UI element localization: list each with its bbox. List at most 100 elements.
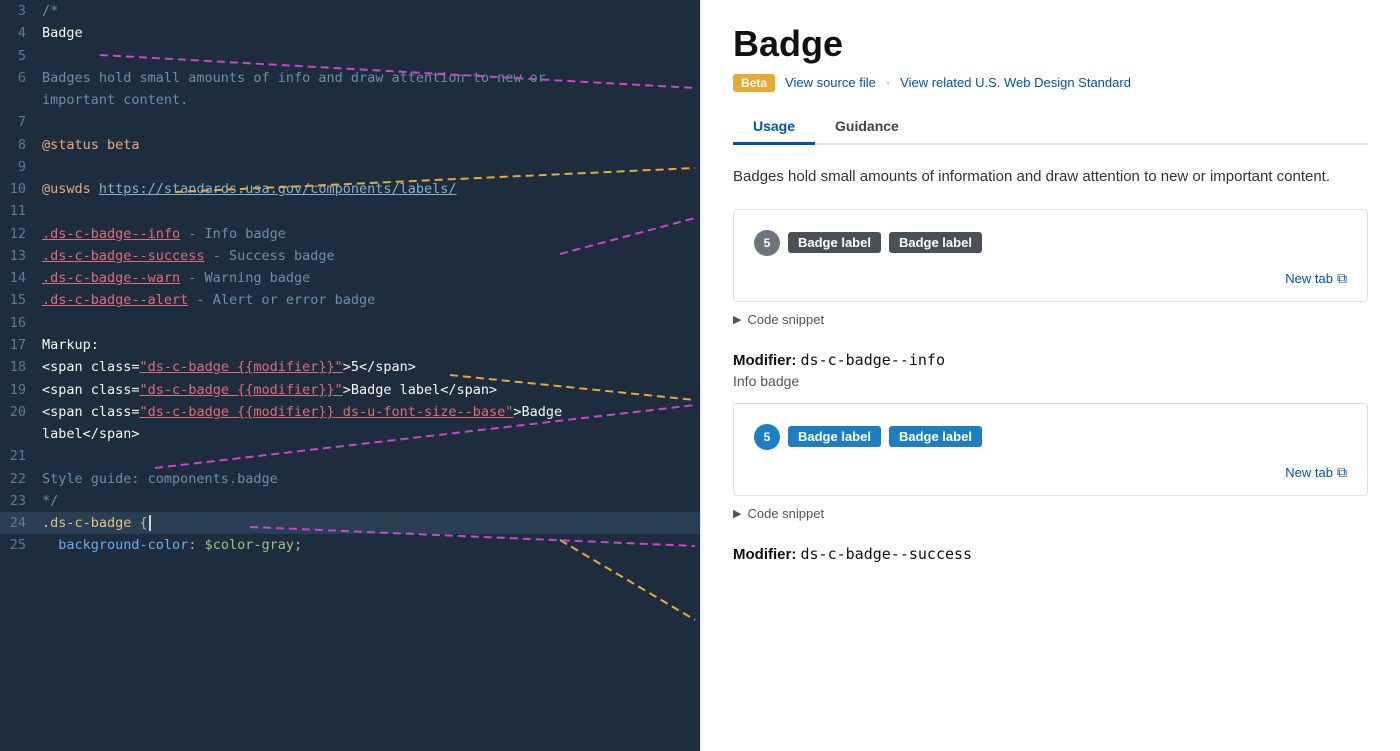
tab-guidance[interactable]: Guidance (815, 110, 919, 145)
code-line-17: 17 Markup: (0, 334, 700, 356)
chevron-right-icon: ▶ (733, 313, 741, 326)
code-line-9: 9 (0, 156, 700, 178)
line-number: 14 (0, 267, 42, 289)
modifier-success-name: ds-c-badge--success (801, 545, 973, 563)
code-line-10: 10 @uswds https://standards.usa.gov/comp… (0, 178, 700, 200)
docs-description: Badges hold small amounts of information… (733, 165, 1368, 189)
line-number: 18 (0, 356, 42, 378)
line-content: Badges hold small amounts of info and dr… (42, 67, 700, 89)
code-line-15: 15 .ds-c-badge--alert - Alert or error b… (0, 289, 700, 311)
code-line-5: 5 (0, 45, 700, 67)
view-source-link[interactable]: View source file (785, 75, 876, 90)
line-content: .ds-c-badge--info - Info badge (42, 223, 700, 245)
code-line-14: 14 .ds-c-badge--warn - Warning badge (0, 267, 700, 289)
line-number: 4 (0, 22, 42, 44)
badge-label-info-2: Badge label (889, 426, 982, 447)
new-tab-text-1: New tab (1285, 271, 1333, 286)
code-line-24: 24 .ds-c-badge {​ (0, 512, 700, 534)
line-number: 16 (0, 312, 42, 334)
badge-label-info-1: Badge label (788, 426, 881, 447)
line-content: @status beta (42, 134, 700, 156)
beta-badge: Beta (733, 74, 775, 92)
badge-label-default-1: Badge label (788, 232, 881, 253)
line-number: 11 (0, 200, 42, 222)
line-content: Markup: (42, 334, 700, 356)
line-content (42, 45, 700, 67)
badge-num-info: 5 (754, 424, 780, 450)
code-snippet-toggle-1[interactable]: ▶ Code snippet (733, 308, 1368, 331)
line-content: .ds-c-badge--warn - Warning badge (42, 267, 700, 289)
code-line-7: 7 (0, 111, 700, 133)
badge-label-default-2: Badge label (889, 232, 982, 253)
docs-tabs: Usage Guidance (733, 110, 1368, 145)
line-number: 19 (0, 379, 42, 401)
line-content (42, 200, 700, 222)
line-content: important content. (42, 89, 700, 111)
modifier-prefix-2: Modifier: (733, 546, 801, 563)
code-line-13: 13 .ds-c-badge--success - Success badge (0, 245, 700, 267)
line-content: Style guide: components.badge (42, 468, 700, 490)
line-number: 5 (0, 45, 42, 67)
example-content-default: 5 Badge label Badge label (754, 230, 1347, 256)
modifier-success-label: Modifier: ds-c-badge--success (733, 545, 1368, 563)
line-number: 22 (0, 468, 42, 490)
tab-usage[interactable]: Usage (733, 110, 815, 145)
code-snippet-label-1: Code snippet (747, 312, 824, 327)
line-number (0, 423, 42, 445)
code-line-12: 12 .ds-c-badge--info - Info badge (0, 223, 700, 245)
new-tab-text-2: New tab (1285, 465, 1333, 480)
line-number: 13 (0, 245, 42, 267)
line-content (42, 111, 700, 133)
line-content (42, 156, 700, 178)
badge-num-default: 5 (754, 230, 780, 256)
new-tab-link-2[interactable]: New tab ⧉ (754, 464, 1347, 481)
code-line-18: 18 <span class="ds-c-badge {{modifier}}"… (0, 356, 700, 378)
example-box-info: 5 Badge label Badge label New tab ⧉ (733, 403, 1368, 496)
line-content: .ds-c-badge--success - Success badge (42, 245, 700, 267)
code-line-21: 21 (0, 445, 700, 467)
modifier-info-desc: Info badge (733, 373, 1368, 389)
line-number: 3 (0, 0, 42, 22)
code-line-20-cont: label</span> (0, 423, 700, 445)
line-content (42, 312, 700, 334)
docs-meta: Beta View source file · View related U.S… (733, 74, 1368, 92)
line-content: */ (42, 490, 700, 512)
code-line-6: 6 Badges hold small amounts of info and … (0, 67, 700, 89)
line-number: 9 (0, 156, 42, 178)
line-number: 6 (0, 67, 42, 89)
code-line-25: 25 background-color: $color-gray; (0, 534, 700, 556)
code-line-16: 16 (0, 312, 700, 334)
line-number: 15 (0, 289, 42, 311)
modifier-info-name: ds-c-badge--info (801, 351, 946, 369)
code-snippet-toggle-2[interactable]: ▶ Code snippet (733, 502, 1368, 525)
code-line-6-cont: important content. (0, 89, 700, 111)
line-number: 7 (0, 111, 42, 133)
line-content: background-color: $color-gray; (42, 534, 700, 556)
line-content: .ds-c-badge--alert - Alert or error badg… (42, 289, 700, 311)
line-content: <span class="ds-c-badge {{modifier}} ds-… (42, 401, 700, 423)
line-content: @uswds https://standards.usa.gov/compone… (42, 178, 700, 200)
line-content: Badge (42, 22, 700, 44)
line-number: 17 (0, 334, 42, 356)
modifier-prefix: Modifier: (733, 352, 801, 369)
code-editor: 3 /* 4 Badge 5 6 Badges hold small amoun… (0, 0, 700, 751)
line-content: <span class="ds-c-badge {{modifier}}">Ba… (42, 379, 700, 401)
line-number: 23 (0, 490, 42, 512)
code-line-20: 20 <span class="ds-c-badge {{modifier}} … (0, 401, 700, 423)
line-number: 20 (0, 401, 42, 423)
code-line-8: 8 @status beta (0, 134, 700, 156)
new-tab-link-1[interactable]: New tab ⧉ (754, 270, 1347, 287)
external-link-icon-2: ⧉ (1337, 464, 1347, 481)
page-title: Badge (733, 24, 1368, 64)
code-line-23: 23 */ (0, 490, 700, 512)
line-number: 24 (0, 512, 42, 534)
chevron-right-icon-2: ▶ (733, 507, 741, 520)
line-number: 12 (0, 223, 42, 245)
line-content: /* (42, 0, 700, 22)
external-link-icon-1: ⧉ (1337, 270, 1347, 287)
modifier-info-label: Modifier: ds-c-badge--info (733, 351, 1368, 369)
line-number (0, 89, 42, 111)
view-standard-link[interactable]: View related U.S. Web Design Standard (900, 75, 1131, 90)
line-number: 10 (0, 178, 42, 200)
docs-panel[interactable]: Badge Beta View source file · View relat… (700, 0, 1400, 751)
